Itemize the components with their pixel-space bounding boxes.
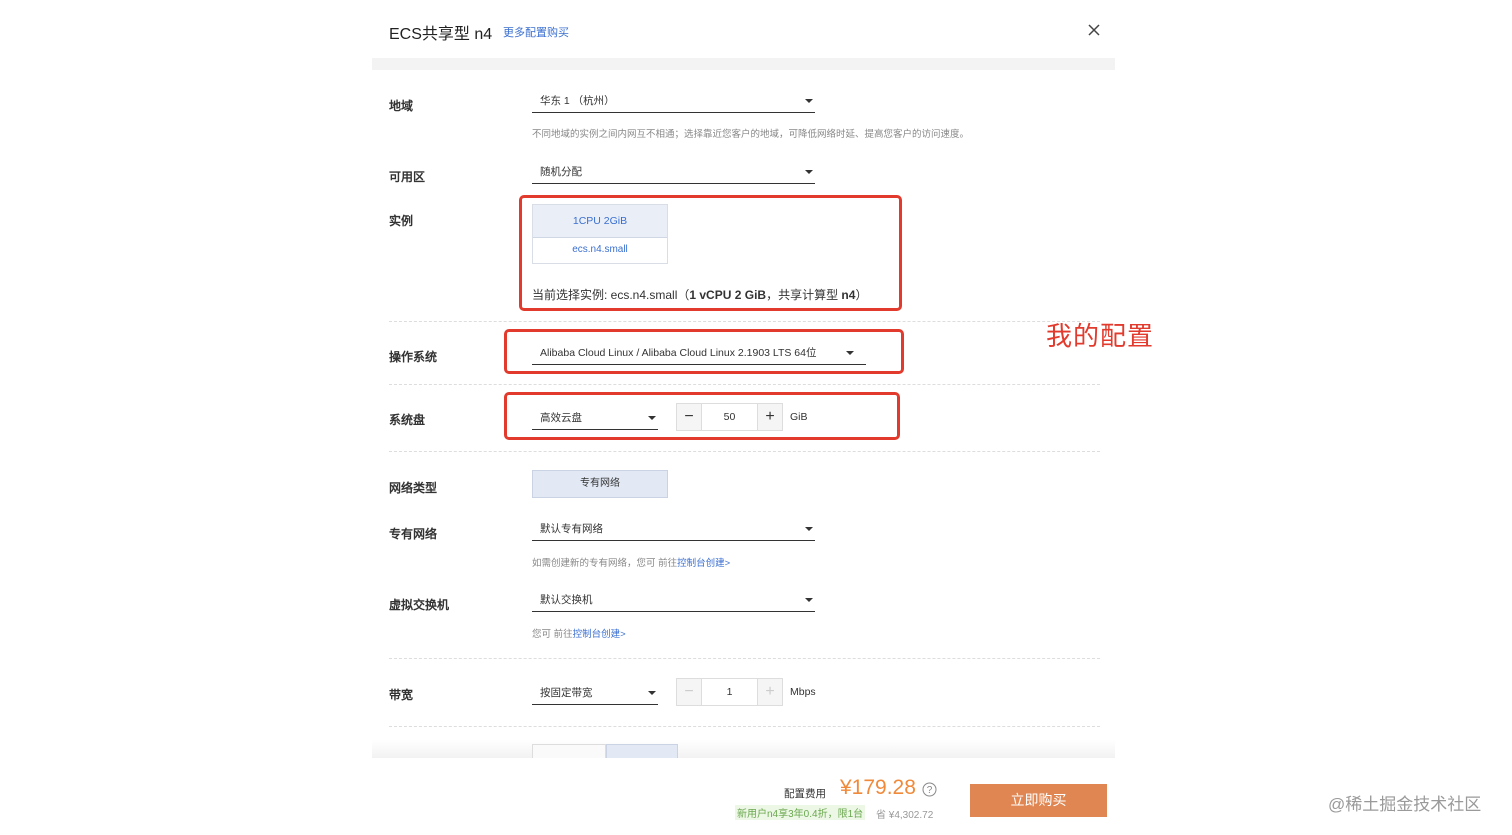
region-value: 华东 1 （杭州） <box>540 95 615 107</box>
vpc-label: 专有网络 <box>389 527 438 541</box>
partial-option-button[interactable] <box>532 744 606 758</box>
vpc-select[interactable]: 默认专有网络 <box>532 521 815 541</box>
section-divider <box>389 658 1100 659</box>
os-label: 操作系统 <box>389 350 438 364</box>
plus-icon[interactable]: + <box>757 679 782 705</box>
minus-icon[interactable]: − <box>677 679 702 705</box>
bandwidth-unit: Mbps <box>790 686 816 698</box>
scroll-fade <box>372 740 1115 758</box>
price-value: ¥179.28 <box>840 776 916 799</box>
network-type-vpc-button[interactable]: 专有网络 <box>532 470 668 498</box>
section-divider <box>389 321 1100 322</box>
buy-now-button[interactable]: 立即购买 <box>970 784 1107 817</box>
watermark: @稀土掘金技术社区 <box>1328 795 1482 814</box>
help-icon[interactable]: ? <box>922 782 937 797</box>
chevron-down-icon <box>805 99 813 103</box>
vswitch-select[interactable]: 默认交换机 <box>532 592 815 612</box>
section-divider <box>389 451 1100 452</box>
vpc-hint: 如需创建新的专有网络，您可 前往控制台创建> <box>532 555 730 569</box>
vpc-hint-text: 如需创建新的专有网络，您可 前往 <box>532 558 678 569</box>
highlight-box-disk <box>504 392 900 440</box>
partial-option-button-selected[interactable] <box>606 744 678 758</box>
region-hint: 不同地域的实例之间内网互不相通；选择靠近您客户的地域，可降低网络时延、提高您客户… <box>532 129 970 140</box>
vswitch-label: 虚拟交换机 <box>389 598 450 612</box>
vpc-value: 默认专有网络 <box>540 523 603 535</box>
more-config-link[interactable]: 更多配置购买 <box>503 24 569 40</box>
price-label: 配置费用 <box>784 788 826 800</box>
vswitch-console-link[interactable]: 控制台创建> <box>573 629 626 640</box>
zone-value: 随机分配 <box>540 166 582 178</box>
region-label: 地域 <box>389 99 414 113</box>
promo-text: 新用户n4享3年0.4折，限1台 <box>735 805 866 820</box>
section-divider <box>389 726 1100 727</box>
page-title: ECS共享型 n4 <box>389 26 493 43</box>
vswitch-hint-text: 您可 前往 <box>532 629 573 640</box>
svg-text:?: ? <box>927 785 933 796</box>
savings-text: 省 ¥4,302.72 <box>876 810 934 821</box>
chevron-down-icon <box>805 527 813 531</box>
section-divider <box>389 384 1100 385</box>
zone-label: 可用区 <box>389 170 426 184</box>
instance-label: 实例 <box>389 214 414 228</box>
vpc-console-link[interactable]: 控制台创建> <box>677 558 730 569</box>
bandwidth-stepper[interactable]: − 1 + <box>676 678 783 706</box>
vswitch-value: 默认交换机 <box>540 594 593 606</box>
annotation-my-config: 我的配置 <box>1046 321 1155 351</box>
bandwidth-mode-select[interactable]: 按固定带宽 <box>532 685 658 705</box>
zone-select[interactable]: 随机分配 <box>532 164 815 184</box>
chevron-down-icon <box>805 170 813 174</box>
network-type-label: 网络类型 <box>389 481 438 495</box>
vswitch-hint: 您可 前往控制台创建> <box>532 626 626 640</box>
bandwidth-value[interactable]: 1 <box>701 679 758 705</box>
header-divider <box>372 58 1115 70</box>
highlight-box-os <box>504 329 904 374</box>
chevron-down-icon <box>805 598 813 602</box>
disk-label: 系统盘 <box>389 413 426 427</box>
bandwidth-label: 带宽 <box>389 688 414 702</box>
bandwidth-mode-value: 按固定带宽 <box>540 687 593 699</box>
close-icon[interactable] <box>1086 22 1102 38</box>
region-select[interactable]: 华东 1 （杭州） <box>532 93 815 113</box>
highlight-box-instance <box>519 195 902 311</box>
chevron-down-icon <box>648 691 656 695</box>
